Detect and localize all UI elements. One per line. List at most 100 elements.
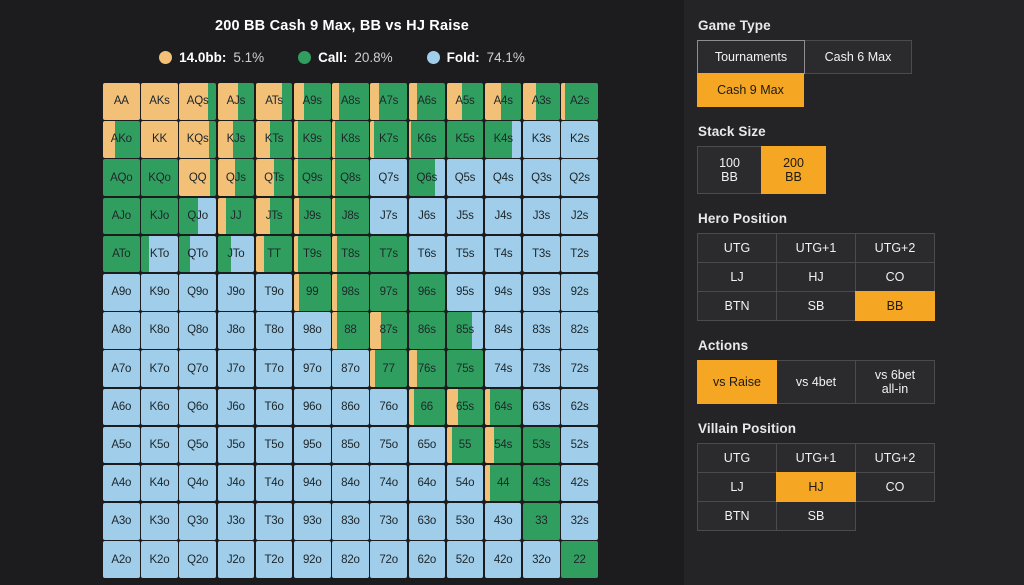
range-cell-76s[interactable]: 76s xyxy=(409,350,446,387)
range-cell-Q9s[interactable]: Q9s xyxy=(294,159,331,196)
range-cell-44[interactable]: 44 xyxy=(485,465,522,502)
villain-position-option-hj[interactable]: HJ xyxy=(776,472,856,502)
range-cell-T4s[interactable]: T4s xyxy=(485,236,522,273)
range-grid[interactable]: AAAKsAQsAJsATsA9sA8sA7sA6sA5sA4sA3sA2sAK… xyxy=(103,83,598,578)
range-cell-77[interactable]: 77 xyxy=(370,350,407,387)
range-cell-K3o[interactable]: K3o xyxy=(141,503,178,540)
range-cell-72o[interactable]: 72o xyxy=(370,541,407,578)
range-cell-KQo[interactable]: KQo xyxy=(141,159,178,196)
range-cell-T9o[interactable]: T9o xyxy=(256,274,293,311)
range-cell-Q9o[interactable]: Q9o xyxy=(179,274,216,311)
stack-size-option-200-bb[interactable]: 200 BB xyxy=(761,146,826,194)
hero-position-option-utg-1[interactable]: UTG+1 xyxy=(776,233,856,263)
range-cell-JTs[interactable]: JTs xyxy=(256,198,293,235)
range-cell-A3o[interactable]: A3o xyxy=(103,503,140,540)
range-cell-K4s[interactable]: K4s xyxy=(485,121,522,158)
range-cell-Q2o[interactable]: Q2o xyxy=(179,541,216,578)
range-cell-AKo[interactable]: AKo xyxy=(103,121,140,158)
hero-position-option-hj[interactable]: HJ xyxy=(776,262,856,292)
range-cell-54o[interactable]: 54o xyxy=(447,465,484,502)
range-cell-86s[interactable]: 86s xyxy=(409,312,446,349)
range-cell-82s[interactable]: 82s xyxy=(561,312,598,349)
range-cell-Q4o[interactable]: Q4o xyxy=(179,465,216,502)
range-cell-J9s[interactable]: J9s xyxy=(294,198,331,235)
range-cell-T5o[interactable]: T5o xyxy=(256,427,293,464)
range-cell-87s[interactable]: 87s xyxy=(370,312,407,349)
range-cell-A9s[interactable]: A9s xyxy=(294,83,331,120)
range-cell-K6o[interactable]: K6o xyxy=(141,389,178,426)
hero-position-option-btn[interactable]: BTN xyxy=(697,291,777,321)
range-cell-Q3o[interactable]: Q3o xyxy=(179,503,216,540)
range-cell-82o[interactable]: 82o xyxy=(332,541,369,578)
range-cell-KQs[interactable]: KQs xyxy=(179,121,216,158)
range-cell-52s[interactable]: 52s xyxy=(561,427,598,464)
range-cell-A6o[interactable]: A6o xyxy=(103,389,140,426)
range-cell-A5o[interactable]: A5o xyxy=(103,427,140,464)
range-cell-Q8o[interactable]: Q8o xyxy=(179,312,216,349)
villain-position-option-utg[interactable]: UTG xyxy=(697,443,777,473)
range-cell-94o[interactable]: 94o xyxy=(294,465,331,502)
range-cell-TT[interactable]: TT xyxy=(256,236,293,273)
range-cell-55[interactable]: 55 xyxy=(447,427,484,464)
range-cell-JTo[interactable]: JTo xyxy=(218,236,255,273)
range-cell-43o[interactable]: 43o xyxy=(485,503,522,540)
range-cell-J4o[interactable]: J4o xyxy=(218,465,255,502)
range-cell-86o[interactable]: 86o xyxy=(332,389,369,426)
actions-option-vs-4bet[interactable]: vs 4bet xyxy=(776,360,856,404)
range-cell-K9s[interactable]: K9s xyxy=(294,121,331,158)
range-cell-75s[interactable]: 75s xyxy=(447,350,484,387)
range-cell-J3o[interactable]: J3o xyxy=(218,503,255,540)
game-type-option-cash-6-max[interactable]: Cash 6 Max xyxy=(804,40,912,74)
range-cell-K7o[interactable]: K7o xyxy=(141,350,178,387)
range-cell-92s[interactable]: 92s xyxy=(561,274,598,311)
range-cell-QTs[interactable]: QTs xyxy=(256,159,293,196)
range-cell-K5s[interactable]: K5s xyxy=(447,121,484,158)
range-cell-96s[interactable]: 96s xyxy=(409,274,446,311)
range-cell-AKs[interactable]: AKs xyxy=(141,83,178,120)
range-cell-T6o[interactable]: T6o xyxy=(256,389,293,426)
range-cell-22[interactable]: 22 xyxy=(561,541,598,578)
range-cell-72s[interactable]: 72s xyxy=(561,350,598,387)
range-cell-64o[interactable]: 64o xyxy=(409,465,446,502)
range-cell-T5s[interactable]: T5s xyxy=(447,236,484,273)
range-cell-A7o[interactable]: A7o xyxy=(103,350,140,387)
range-cell-98s[interactable]: 98s xyxy=(332,274,369,311)
range-cell-K6s[interactable]: K6s xyxy=(409,121,446,158)
range-cell-J6o[interactable]: J6o xyxy=(218,389,255,426)
range-cell-AJo[interactable]: AJo xyxy=(103,198,140,235)
range-cell-K8s[interactable]: K8s xyxy=(332,121,369,158)
range-cell-Q8s[interactable]: Q8s xyxy=(332,159,369,196)
range-cell-J5s[interactable]: J5s xyxy=(447,198,484,235)
range-cell-94s[interactable]: 94s xyxy=(485,274,522,311)
range-cell-92o[interactable]: 92o xyxy=(294,541,331,578)
range-cell-A8o[interactable]: A8o xyxy=(103,312,140,349)
range-cell-T9s[interactable]: T9s xyxy=(294,236,331,273)
range-cell-KTo[interactable]: KTo xyxy=(141,236,178,273)
range-cell-K5o[interactable]: K5o xyxy=(141,427,178,464)
range-cell-Q2s[interactable]: Q2s xyxy=(561,159,598,196)
range-cell-Q6s[interactable]: Q6s xyxy=(409,159,446,196)
hero-position-option-utg-2[interactable]: UTG+2 xyxy=(855,233,935,263)
range-cell-74o[interactable]: 74o xyxy=(370,465,407,502)
range-cell-63o[interactable]: 63o xyxy=(409,503,446,540)
villain-position-option-utg-1[interactable]: UTG+1 xyxy=(776,443,856,473)
range-cell-52o[interactable]: 52o xyxy=(447,541,484,578)
hero-position-option-co[interactable]: CO xyxy=(855,262,935,292)
range-cell-Q3s[interactable]: Q3s xyxy=(523,159,560,196)
range-cell-66[interactable]: 66 xyxy=(409,389,446,426)
villain-position-option-utg-2[interactable]: UTG+2 xyxy=(855,443,935,473)
range-cell-88[interactable]: 88 xyxy=(332,312,369,349)
range-cell-J9o[interactable]: J9o xyxy=(218,274,255,311)
range-cell-64s[interactable]: 64s xyxy=(485,389,522,426)
range-cell-98o[interactable]: 98o xyxy=(294,312,331,349)
range-cell-62s[interactable]: 62s xyxy=(561,389,598,426)
range-cell-32s[interactable]: 32s xyxy=(561,503,598,540)
range-cell-K3s[interactable]: K3s xyxy=(523,121,560,158)
range-cell-A8s[interactable]: A8s xyxy=(332,83,369,120)
range-cell-KJs[interactable]: KJs xyxy=(218,121,255,158)
range-cell-53s[interactable]: 53s xyxy=(523,427,560,464)
range-cell-QQ[interactable]: QQ xyxy=(179,159,216,196)
range-cell-J8s[interactable]: J8s xyxy=(332,198,369,235)
range-cell-85o[interactable]: 85o xyxy=(332,427,369,464)
range-cell-KJo[interactable]: KJo xyxy=(141,198,178,235)
